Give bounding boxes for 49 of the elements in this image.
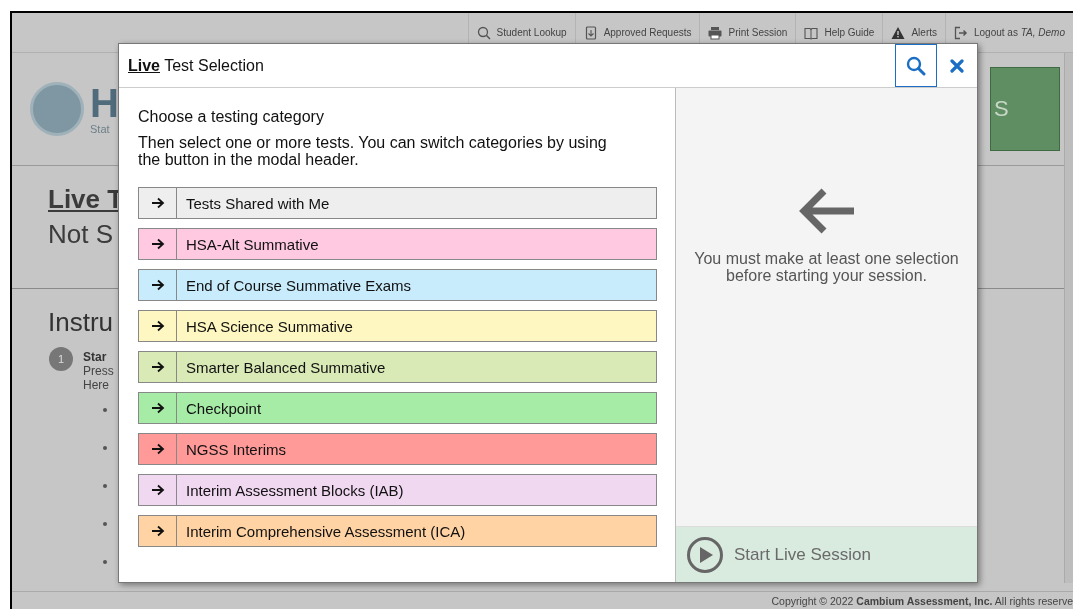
- modal-title: Live Test Selection: [128, 56, 265, 75]
- site-subtitle: Stat: [90, 123, 111, 135]
- step-text: Press: [83, 364, 114, 378]
- arrow-right-icon: [150, 402, 165, 414]
- arrow-right-icon: [150, 443, 165, 455]
- category-button[interactable]: Interim Comprehensive Assessment (ICA): [138, 515, 657, 547]
- scrollbar[interactable]: [1064, 53, 1073, 583]
- book-icon: [804, 25, 819, 40]
- search-icon: [906, 55, 926, 76]
- session-status: Not S: [48, 218, 114, 251]
- arrow-right-icon: [150, 361, 165, 373]
- seal-logo-icon: [30, 82, 84, 136]
- arrow-right-icon: [150, 238, 165, 250]
- printer-icon: [708, 25, 723, 40]
- arrow-right-icon: [150, 279, 165, 291]
- arrow-right-icon: [150, 484, 165, 496]
- bullet-icon: [103, 484, 107, 488]
- bullet-icon: [103, 446, 107, 450]
- section-heading: Choose a testing category: [138, 108, 324, 126]
- empty-selection-message: You must make at least one selection before starting your session.: [693, 250, 960, 284]
- step-title: Star: [83, 350, 107, 364]
- logout-icon: [954, 25, 968, 40]
- close-icon: [950, 58, 964, 73]
- category-button[interactable]: Checkpoint: [138, 392, 657, 424]
- category-button[interactable]: Tests Shared with Me: [138, 187, 657, 219]
- document-icon: [583, 25, 598, 40]
- category-button[interactable]: NGSS Interims: [138, 433, 657, 465]
- arrow-right-icon: [150, 197, 165, 209]
- instruction-text: Then select one or more tests. You can switch categories by using the button in the modal header.: [138, 134, 608, 168]
- category-button[interactable]: End of Course Summative Exams: [138, 269, 657, 301]
- close-button[interactable]: [937, 44, 977, 87]
- step-number: 1: [49, 347, 73, 371]
- category-button[interactable]: HSA-Alt Summative: [138, 228, 657, 260]
- play-icon: [686, 535, 724, 574]
- search-icon: [476, 25, 491, 40]
- bullet-icon: [103, 560, 107, 564]
- category-button[interactable]: Interim Assessment Blocks (IAB): [138, 474, 657, 506]
- warning-icon: [891, 25, 906, 40]
- step-text: Here: [83, 378, 109, 392]
- arrow-right-icon: [150, 525, 165, 537]
- copyright-text: Copyright © 2022 Cambium Assessment, Inc. All rights reserve: [771, 594, 1073, 607]
- site-title: H: [90, 83, 119, 123]
- bullet-icon: [103, 522, 107, 526]
- arrow-right-icon: [150, 320, 165, 332]
- bullet-icon: [103, 408, 107, 412]
- category-button[interactable]: Smarter Balanced Summative: [138, 351, 657, 383]
- category-button[interactable]: HSA Science Summative: [138, 310, 657, 342]
- search-button[interactable]: [895, 44, 937, 87]
- instructions-heading: Instru: [48, 307, 114, 337]
